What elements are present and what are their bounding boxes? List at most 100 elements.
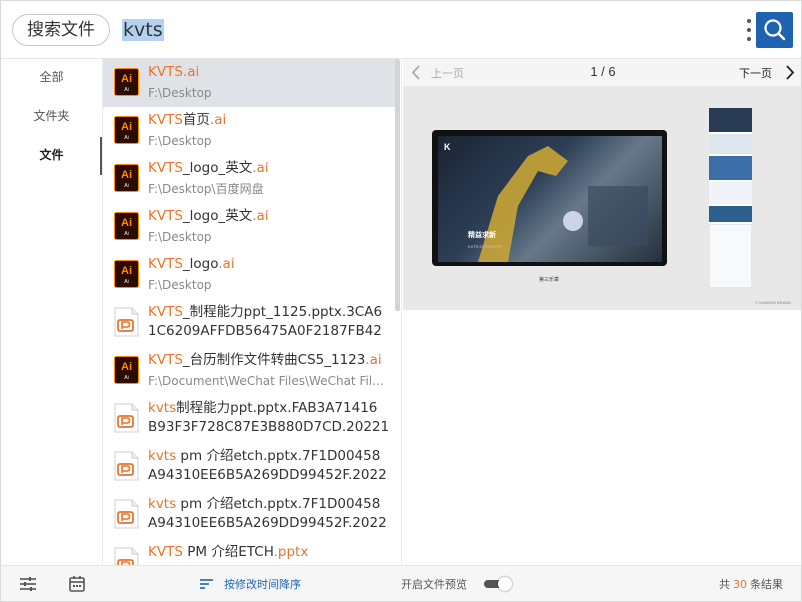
result-name-middle: PM 介绍ETCH bbox=[182, 544, 274, 560]
chevron-left-icon[interactable] bbox=[411, 65, 421, 80]
result-row[interactable]: Ai Ai KVTS_台历制作文件转曲CS5_1123.ai F:\Document\… bbox=[103, 347, 398, 395]
sort-icon[interactable] bbox=[198, 575, 216, 593]
results-list: Ai Ai KVTS.ai F:\Desktop Ai Ai KVTS首页.ai F:\Des… bbox=[102, 59, 402, 565]
result-row[interactable]: kvts制程能力ppt.pptx.FAB3A71416 B93F3F728C87E… bbox=[103, 395, 398, 443]
next-page-button[interactable]: 下一页 bbox=[739, 65, 772, 81]
slide-image: K 精益求新 KVTS KVTS KVTS bbox=[438, 136, 662, 262]
result-name: KVTS_台历制作文件转曲CS5_1123.ai bbox=[148, 351, 393, 369]
sort-order-button[interactable]: 按修改时间降序 bbox=[224, 576, 301, 592]
preview-toolbar: 上一页 1 / 6 下一页 bbox=[403, 59, 801, 86]
svg-text:Ai: Ai bbox=[124, 375, 128, 381]
filter-settings-icon[interactable] bbox=[19, 575, 37, 593]
search-title-pill: 搜索文件 bbox=[12, 14, 110, 46]
svg-text:Ai: Ai bbox=[124, 279, 128, 285]
page-strip bbox=[709, 108, 752, 288]
preview-toggle[interactable] bbox=[484, 577, 514, 591]
result-name: KVTS_logo_英文.ai bbox=[148, 159, 393, 177]
nav-item-folders[interactable]: 文件夹 bbox=[1, 98, 102, 134]
result-name-match: KVTS bbox=[148, 160, 183, 176]
result-row[interactable]: Ai Ai KVTS_logo_英文.ai F:\Desktop\百度网盘 bbox=[103, 155, 398, 203]
svg-text:Ai: Ai bbox=[124, 183, 128, 189]
slide-thumbnail: K 精益求新 KVTS KVTS KVTS bbox=[432, 130, 667, 266]
result-row[interactable]: kvts pm 介绍etch.pptx.7F1D00458 A94310EE6B5… bbox=[103, 443, 398, 491]
result-name-ext: .ai bbox=[182, 64, 200, 80]
illustrator-file-icon: Ai Ai bbox=[114, 164, 139, 192]
illustrator-file-icon: Ai Ai bbox=[114, 356, 139, 384]
result-name: KVTS_logo.ai bbox=[148, 255, 393, 273]
page-thumb-6[interactable] bbox=[709, 224, 752, 288]
results-scrollbar[interactable] bbox=[395, 59, 400, 311]
slide-label: 第三乐章 bbox=[539, 277, 560, 283]
category-nav: 全部 文件夹 文件 bbox=[1, 59, 102, 565]
search-input[interactable]: kvts bbox=[122, 18, 164, 42]
result-name: kvts制程能力ppt.pptx.FAB3A71416 bbox=[148, 399, 393, 417]
result-name: KVTS PM 介绍ETCH.pptx bbox=[148, 543, 393, 561]
svg-text:Ai: Ai bbox=[121, 265, 132, 277]
nav-item-files[interactable]: 文件 bbox=[1, 137, 102, 173]
slide-subcaption: KVTS KVTS KVTS bbox=[468, 244, 502, 249]
slide-caption: 精益求新 bbox=[468, 231, 496, 239]
illustrator-file-icon: Ai Ai bbox=[114, 260, 139, 288]
result-path: B93F3F728C87E3B880D7CD.20221 bbox=[148, 419, 390, 435]
result-name: KVTS_logo_英文.ai bbox=[148, 207, 393, 225]
illustrator-file-icon: Ai Ai bbox=[114, 68, 139, 96]
result-name-match: KVTS bbox=[148, 64, 183, 80]
result-name-match: kvts bbox=[148, 448, 177, 464]
result-name-middle: 制程能力ppt.pptx.FAB3A71416 bbox=[176, 400, 378, 416]
svg-text:Ai: Ai bbox=[124, 87, 128, 93]
result-row[interactable]: Ai Ai KVTS_logo_英文.ai F:\Desktop bbox=[103, 203, 398, 251]
result-path: A94310EE6B5A269DD99452F.2022 bbox=[148, 467, 387, 483]
page-thumb-4[interactable] bbox=[709, 182, 752, 204]
result-name-ext: .ai bbox=[252, 160, 269, 176]
result-name-middle: _logo bbox=[182, 256, 219, 272]
search-button[interactable] bbox=[756, 12, 793, 48]
result-path: F:\Desktop\百度网盘 bbox=[148, 182, 264, 196]
result-row[interactable]: KVTS_制程能力ppt_1125.pptx.3CA6 1C6209AFFDB56… bbox=[103, 299, 398, 347]
result-name-ext: .pptx bbox=[273, 544, 309, 560]
result-name: kvts pm 介绍etch.pptx.7F1D00458 bbox=[148, 495, 393, 513]
powerpoint-file-icon bbox=[114, 547, 139, 565]
result-row[interactable]: Ai Ai KVTS首页.ai F:\Desktop bbox=[103, 107, 398, 155]
result-name-ext: .ai bbox=[365, 352, 382, 368]
powerpoint-file-icon bbox=[114, 451, 139, 481]
result-name-ext: .ai bbox=[252, 208, 269, 224]
powerpoint-file-icon bbox=[114, 307, 139, 337]
svg-text:Ai: Ai bbox=[121, 217, 132, 229]
illustrator-file-icon: Ai Ai bbox=[114, 116, 139, 144]
result-name-middle: _台历制作文件转曲CS5_1123 bbox=[182, 352, 366, 368]
svg-text:Ai: Ai bbox=[124, 231, 128, 237]
result-name-match: KVTS bbox=[148, 352, 183, 368]
result-row[interactable]: kvts pm 介绍etch.pptx.7F1D00458 A94310EE6B5… bbox=[103, 491, 398, 539]
powerpoint-file-icon bbox=[114, 403, 139, 433]
result-name-ext: .ai bbox=[218, 256, 235, 272]
page-thumb-5[interactable] bbox=[709, 206, 752, 222]
page-thumb-2[interactable] bbox=[709, 134, 752, 154]
illustrator-file-icon: Ai Ai bbox=[114, 212, 139, 240]
result-row[interactable]: Ai Ai KVTS.ai F:\Desktop bbox=[103, 59, 398, 107]
result-name: KVTS_制程能力ppt_1125.pptx.3CA6 bbox=[148, 303, 393, 321]
calendar-icon[interactable] bbox=[68, 575, 86, 593]
page-thumb-3[interactable] bbox=[709, 156, 752, 180]
nav-item-all[interactable]: 全部 bbox=[1, 59, 102, 95]
result-path: 1C6209AFFDB56475A0F2187FB42 bbox=[148, 323, 382, 339]
preview-pane: 上一页 1 / 6 下一页 K 精益求新 KVTS KVTS KVTS 第三乐章 bbox=[403, 59, 801, 565]
result-name-match: kvts bbox=[148, 496, 177, 512]
powerpoint-file-icon bbox=[114, 499, 139, 529]
svg-text:Ai: Ai bbox=[121, 121, 132, 133]
preview-credit: © NANHEN BRAND bbox=[755, 300, 792, 305]
result-path: F:\Document\WeChat Files\WeChat Fil... bbox=[148, 374, 384, 388]
chevron-right-icon[interactable] bbox=[785, 65, 795, 80]
svg-text:Ai: Ai bbox=[121, 169, 132, 181]
result-name-ext: .ai bbox=[209, 112, 227, 128]
result-row[interactable]: Ai Ai KVTS_logo.ai F:\Desktop bbox=[103, 251, 398, 299]
prev-page-button[interactable]: 上一页 bbox=[431, 65, 464, 81]
page-indicator: 1 / 6 bbox=[590, 64, 616, 79]
result-row[interactable]: KVTS PM 介绍ETCH.pptx bbox=[103, 539, 398, 565]
page-thumb-1[interactable] bbox=[709, 108, 752, 132]
result-name-match: KVTS bbox=[148, 112, 183, 128]
search-window: 搜索文件 kvts 全部 文件夹 文件 Ai Ai KVTS.ai F:\Deskto… bbox=[0, 0, 802, 602]
result-name-middle: pm 介绍etch.pptx.7F1D00458 bbox=[176, 448, 381, 464]
preview-toggle-label: 开启文件预览 bbox=[401, 578, 467, 591]
result-name-match: KVTS bbox=[148, 256, 183, 272]
more-options-icon[interactable] bbox=[745, 17, 753, 43]
